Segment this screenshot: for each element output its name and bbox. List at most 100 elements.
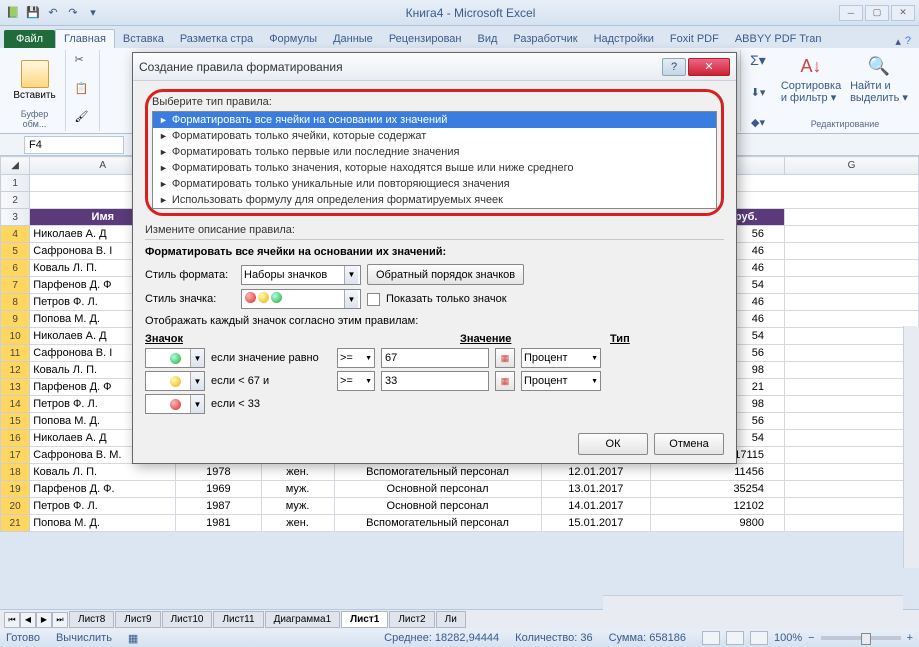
sort-icon: A↓: [797, 52, 825, 80]
col-header[interactable]: G: [785, 157, 919, 175]
status-sum: Сумма: 658186: [609, 632, 686, 644]
op2-combo[interactable]: >=▼: [337, 371, 375, 391]
value1-input[interactable]: [381, 348, 489, 368]
tab-nav-prev[interactable]: ◀: [20, 612, 36, 628]
minimize-button[interactable]: ─: [839, 5, 863, 21]
status-calc: Вычислить: [56, 632, 112, 644]
copy-icon[interactable]: 📋: [74, 81, 94, 101]
tab-view[interactable]: Вид: [470, 30, 506, 48]
reverse-order-button[interactable]: Обратный порядок значков: [367, 264, 524, 285]
help-icon[interactable]: ?: [905, 35, 911, 48]
name-box[interactable]: F4: [24, 136, 124, 154]
tab-layout[interactable]: Разметка стра: [172, 30, 261, 48]
paste-button[interactable]: Вставить: [16, 52, 54, 109]
ok-button[interactable]: ОК: [578, 433, 648, 455]
sheet-tab[interactable]: Диаграмма1: [265, 611, 341, 628]
show-icon-only-label: Показать только значок: [386, 293, 507, 305]
value2-input[interactable]: [381, 371, 489, 391]
sheet-tab[interactable]: Лист8: [69, 611, 114, 628]
rule-type-list[interactable]: ► Форматировать все ячейки на основании …: [152, 111, 717, 209]
rule-type-item[interactable]: ► Форматировать все ячейки на основании …: [153, 112, 716, 128]
op1-combo[interactable]: >=▼: [337, 348, 375, 368]
highlight-annotation: Выберите тип правила: ► Форматировать вс…: [145, 89, 724, 216]
select-rule-label: Выберите тип правила:: [152, 96, 717, 108]
undo-icon[interactable]: ↶: [44, 4, 62, 22]
macro-icon[interactable]: ▦: [128, 632, 138, 645]
icon2-combo[interactable]: ▼: [145, 371, 205, 391]
tab-data[interactable]: Данные: [325, 30, 381, 48]
close-button[interactable]: ✕: [891, 5, 915, 21]
tab-home[interactable]: Главная: [55, 29, 115, 48]
status-count: Количество: 36: [515, 632, 592, 644]
horizontal-scrollbar[interactable]: [603, 595, 903, 611]
type2-combo[interactable]: Процент▼: [521, 371, 601, 391]
dialog-close-button[interactable]: ✕: [688, 58, 730, 76]
show-icon-only-checkbox[interactable]: [367, 293, 380, 306]
rule-type-item[interactable]: ► Использовать формулу для определения ф…: [153, 192, 716, 208]
sheet-tab[interactable]: Лист9: [115, 611, 160, 628]
format-style-label: Стиль формата:: [145, 269, 235, 281]
format-painter-icon[interactable]: 🖌: [74, 109, 94, 129]
autosum-icon[interactable]: Σ▾: [750, 52, 766, 69]
tab-nav-first[interactable]: ⏮: [4, 612, 20, 628]
file-tab[interactable]: Файл: [4, 30, 55, 48]
tab-developer[interactable]: Разработчик: [505, 30, 585, 48]
window-title: Книга4 - Microsoft Excel: [102, 6, 839, 20]
tab-nav-next[interactable]: ▶: [36, 612, 52, 628]
tab-abbyy[interactable]: ABBYY PDF Tran: [727, 30, 830, 48]
icon-style-label: Стиль значка:: [145, 293, 235, 305]
tab-foxit[interactable]: Foxit PDF: [662, 30, 727, 48]
view-normal-icon[interactable]: [702, 631, 720, 645]
icon3-combo[interactable]: ▼: [145, 394, 205, 414]
select-all[interactable]: ◢: [1, 157, 30, 175]
tab-addins[interactable]: Надстройки: [586, 30, 662, 48]
type1-combo[interactable]: Процент▼: [521, 348, 601, 368]
redo-icon[interactable]: ↷: [64, 4, 82, 22]
rule-type-item[interactable]: ► Форматировать только уникальные или по…: [153, 176, 716, 192]
sheet-tab[interactable]: Лист10: [162, 611, 213, 628]
clear-icon[interactable]: ◆▾: [751, 116, 765, 129]
minimize-ribbon-icon[interactable]: ▴: [895, 35, 901, 48]
tab-insert[interactable]: Вставка: [115, 30, 172, 48]
rule-type-item[interactable]: ► Форматировать только значения, которые…: [153, 160, 716, 176]
icon1-combo[interactable]: ▼: [145, 348, 205, 368]
find-icon: 🔍: [865, 52, 893, 80]
tab-formulas[interactable]: Формулы: [261, 30, 325, 48]
zoom-out-icon[interactable]: −: [808, 632, 814, 644]
sheet-tab[interactable]: Лист2: [389, 611, 434, 628]
quick-access-toolbar: 📗 💾 ↶ ↷ ▾: [4, 4, 102, 22]
sort-filter-button[interactable]: A↓ Сортировка и фильтр ▾: [779, 52, 843, 104]
save-icon[interactable]: 💾: [24, 4, 42, 22]
ref2-button[interactable]: ▦: [495, 371, 515, 391]
view-layout-icon[interactable]: [726, 631, 744, 645]
view-break-icon[interactable]: [750, 631, 768, 645]
sheet-tab[interactable]: Лист1: [341, 611, 388, 628]
sheet-tab[interactable]: Ли: [436, 611, 466, 628]
rule-type-item[interactable]: ► Форматировать только ячейки, которые с…: [153, 128, 716, 144]
rule-type-item[interactable]: ► Форматировать только первые или послед…: [153, 144, 716, 160]
status-avg: Среднее: 18282,94444: [384, 632, 499, 644]
tab-nav-last[interactable]: ⏭: [52, 612, 68, 628]
dialog-help-button[interactable]: ?: [662, 58, 686, 76]
zoom-in-icon[interactable]: +: [907, 632, 913, 644]
format-style-combo[interactable]: Наборы значков▼: [241, 265, 361, 285]
excel-icon: 📗: [4, 4, 22, 22]
title-bar: 📗 💾 ↶ ↷ ▾ Книга4 - Microsoft Excel ─ ▢ ✕: [0, 0, 919, 26]
new-formatting-rule-dialog: Создание правила форматирования ? ✕ Выбе…: [132, 52, 737, 464]
display-rules-label: Отображать каждый значок согласно этим п…: [145, 315, 724, 327]
vertical-scrollbar[interactable]: [903, 326, 919, 568]
icon-style-combo[interactable]: ▼: [241, 289, 361, 309]
fill-icon[interactable]: ⬇▾: [751, 86, 766, 99]
find-select-button[interactable]: 🔍 Найти и выделить ▾: [847, 52, 911, 104]
zoom-slider[interactable]: [821, 636, 901, 640]
edit-section-title: Форматировать все ячейки на основании их…: [145, 246, 724, 258]
zoom-level: 100%: [774, 632, 802, 644]
dialog-title: Создание правила форматирования: [139, 60, 343, 74]
sheet-tab[interactable]: Лист11: [213, 611, 263, 628]
tab-review[interactable]: Рецензирован: [381, 30, 470, 48]
cut-icon[interactable]: ✂: [74, 52, 94, 72]
qat-more-icon[interactable]: ▾: [84, 4, 102, 22]
ref1-button[interactable]: ▦: [495, 348, 515, 368]
maximize-button[interactable]: ▢: [865, 5, 889, 21]
cancel-button[interactable]: Отмена: [654, 433, 724, 455]
